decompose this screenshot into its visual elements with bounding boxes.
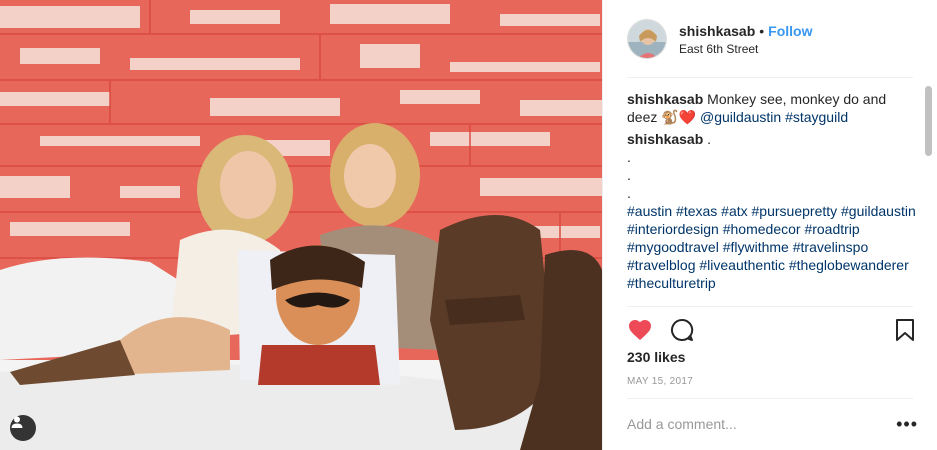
caption-username[interactable]: shishkasab <box>627 91 703 107</box>
footer-divider <box>627 398 913 399</box>
post-date[interactable]: MAY 15, 2017 <box>627 376 693 387</box>
comment-text: . <box>707 131 712 147</box>
bookmark-icon[interactable] <box>892 317 918 343</box>
hashtag-link[interactable]: #stayguild <box>785 109 848 125</box>
more-options-icon[interactable]: ••• <box>896 415 918 433</box>
likes-count[interactable]: 230 likes <box>627 349 685 365</box>
comment-dot-line: . <box>627 185 631 201</box>
user-tag-icon[interactable] <box>10 415 36 441</box>
caption-emoji: 🐒❤️ <box>661 109 697 125</box>
avatar[interactable] <box>627 19 667 59</box>
hashtag-list[interactable]: #austin #texas #atx #pursuepretty #guild… <box>627 202 918 292</box>
separator-dot: • <box>759 23 765 39</box>
header-meta: shishkasab • Follow East 6th Street <box>679 22 813 56</box>
heart-icon[interactable] <box>627 317 653 343</box>
add-comment-bar: ••• <box>627 408 918 440</box>
header-divider <box>627 77 913 78</box>
mention-link[interactable]: @guildaustin <box>700 109 781 125</box>
header-username-row: shishkasab • Follow <box>679 22 813 40</box>
comment-dot-line: . <box>627 149 631 165</box>
comments-list: shishkasab Monkey see, monkey do and dee… <box>627 90 918 306</box>
comment-item: shishkasab . . . . #austin #texas #atx #… <box>627 130 918 292</box>
comments-divider <box>627 306 913 307</box>
photo-illustration <box>0 0 602 450</box>
scrollbar-thumb[interactable] <box>925 86 932 156</box>
comment-bubble-icon[interactable] <box>669 317 695 343</box>
post-photo[interactable] <box>0 0 602 450</box>
follow-button[interactable]: Follow <box>768 22 812 40</box>
comment-username[interactable]: shishkasab <box>627 131 703 147</box>
caption-comment: shishkasab Monkey see, monkey do and dee… <box>627 90 918 126</box>
comment-input[interactable] <box>627 416 897 432</box>
username-link[interactable]: shishkasab <box>679 22 755 40</box>
post-side-panel: shishkasab • Follow East 6th Street shis… <box>602 0 937 450</box>
post-header: shishkasab • Follow East 6th Street <box>603 0 937 78</box>
action-bar <box>627 316 918 344</box>
comment-dot-line: . <box>627 167 631 183</box>
location-link[interactable]: East 6th Street <box>679 42 813 56</box>
instagram-post: shishkasab • Follow East 6th Street shis… <box>0 0 937 450</box>
comments-scrollbar[interactable] <box>925 80 932 302</box>
